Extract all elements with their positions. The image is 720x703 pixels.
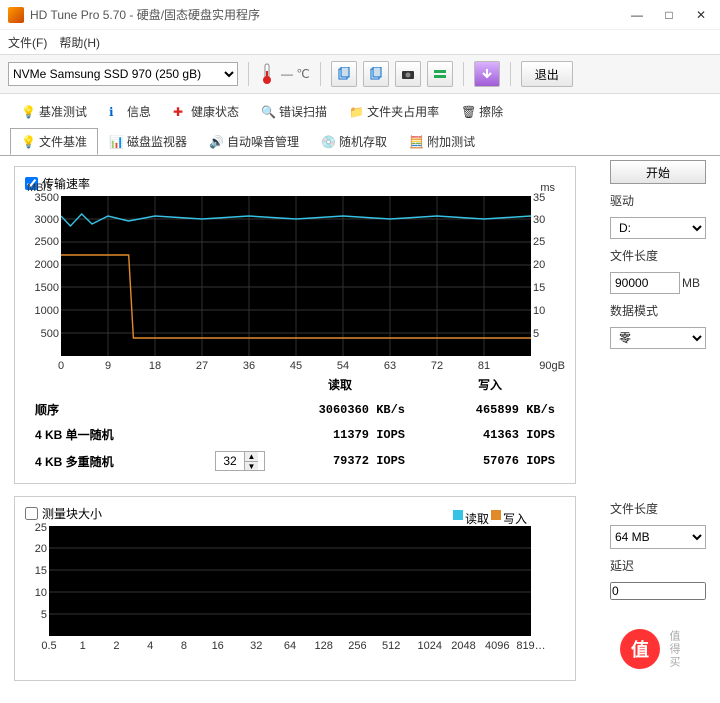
window-title: HD Tune Pro 5.70 - 硬盘/固态硬盘实用程序 [30,6,630,23]
delay-input[interactable] [610,582,706,600]
titlebar: HD Tune Pro 5.70 - 硬盘/固态硬盘实用程序 — □ ✕ [0,0,720,30]
calc-icon: 🧮 [409,135,423,149]
transfer-rate-checkbox[interactable]: 传输速率 [25,175,565,192]
save-button[interactable] [474,61,500,87]
side-controls-1: 开始 驱动 D: 文件长度 MB 数据模式 零 [610,160,706,349]
drive-letter-select[interactable]: D: [610,217,706,239]
trash-icon: 🗑 [461,105,475,119]
tab-error-scan[interactable]: 🔍错误扫描 [250,98,338,125]
row-4kb-multi: 4 KB 多重随机 [35,453,215,470]
toolbar: NVMe Samsung SSD 970 (250 gB) — ℃ 退出 [0,54,720,94]
x-unit: 90gB [539,360,565,372]
side-controls-2: 文件长度 64 MB 延迟 [610,500,706,600]
app-icon [8,7,24,23]
watermark-icon: 值 [620,629,660,669]
tabs-row-2: 💡文件基准 📊磁盘监视器 🔊自动噪音管理 💿随机存取 🧮附加测试 [0,124,720,156]
thermometer-icon [259,62,275,86]
row-4kb-single: 4 KB 单一随机 [35,426,215,443]
menu-help[interactable]: 帮助(H) [59,34,100,51]
tab-random-access[interactable]: 💿随机存取 [310,128,398,155]
results-table: 读取 写入 顺序 3060360 KB/s 465899 KB/s 4 KB 单… [35,376,565,471]
plus-icon: ✚ [173,105,187,119]
col-read: 读取 [265,376,415,393]
disc-icon: 💿 [321,135,335,149]
drive-label: 驱动 [610,192,706,209]
transfer-rate-panel: 传输速率 MB/s ms 350030002500200015001000500… [14,166,576,484]
bulb-purple-icon: 💡 [21,135,35,149]
magnifier-icon: 🔍 [261,105,275,119]
data-mode-select[interactable]: 零 [610,327,706,349]
options-button[interactable] [427,61,453,87]
speaker-icon: 🔊 [209,135,223,149]
tab-info[interactable]: ℹ信息 [98,98,162,125]
drive-select[interactable]: NVMe Samsung SSD 970 (250 gB) [8,62,238,86]
tabs-row-1: 💡基准测试 ℹ信息 ✚健康状态 🔍错误扫描 📁文件夹占用率 🗑擦除 [0,94,720,125]
folder-icon: 📁 [349,105,363,119]
tab-file-benchmark[interactable]: 💡文件基准 [10,128,98,155]
screenshot-button[interactable] [395,61,421,87]
info-icon: ℹ [109,105,123,119]
tab-extra-tests[interactable]: 🧮附加测试 [398,128,486,155]
copy-info-button[interactable] [363,61,389,87]
copy-text-button[interactable] [331,61,357,87]
block-size-panel: 测量块大小 读取 写入 252015105 0.5124816326412825… [14,496,576,681]
queue-depth-spinner[interactable]: ▲▼ [215,451,265,471]
file-length-label: 文件长度 [610,247,706,264]
delay-label: 延迟 [610,557,706,574]
blocksize-chart [49,526,531,636]
legend: 读取 写入 [453,510,527,527]
close-button[interactable]: ✕ [694,8,708,22]
tab-health[interactable]: ✚健康状态 [162,98,250,125]
tab-erase[interactable]: 🗑擦除 [450,98,514,125]
tab-folder-usage[interactable]: 📁文件夹占用率 [338,98,450,125]
row-sequential: 顺序 [35,401,215,418]
tab-benchmark[interactable]: 💡基准测试 [10,98,98,125]
file-length-input[interactable] [610,272,680,294]
col-write: 写入 [415,376,565,393]
menubar: 文件(F) 帮助(H) [0,30,720,54]
tab-disk-monitor[interactable]: 📊磁盘监视器 [98,128,198,155]
file-length2-select[interactable]: 64 MB [610,525,706,549]
data-mode-label: 数据模式 [610,302,706,319]
lightbulb-icon: 💡 [21,105,35,119]
maximize-button[interactable]: □ [662,8,676,22]
chart-icon: 📊 [109,135,123,149]
start-button[interactable]: 开始 [610,160,706,184]
menu-file[interactable]: 文件(F) [8,34,47,51]
minimize-button[interactable]: — [630,8,644,22]
file-length2-label: 文件长度 [610,500,706,517]
watermark: 值 值得买 [620,629,714,669]
tab-aam[interactable]: 🔊自动噪音管理 [198,128,310,155]
temperature-value: — ℃ [281,67,310,81]
transfer-chart [61,196,531,356]
exit-button[interactable]: 退出 [521,61,573,87]
